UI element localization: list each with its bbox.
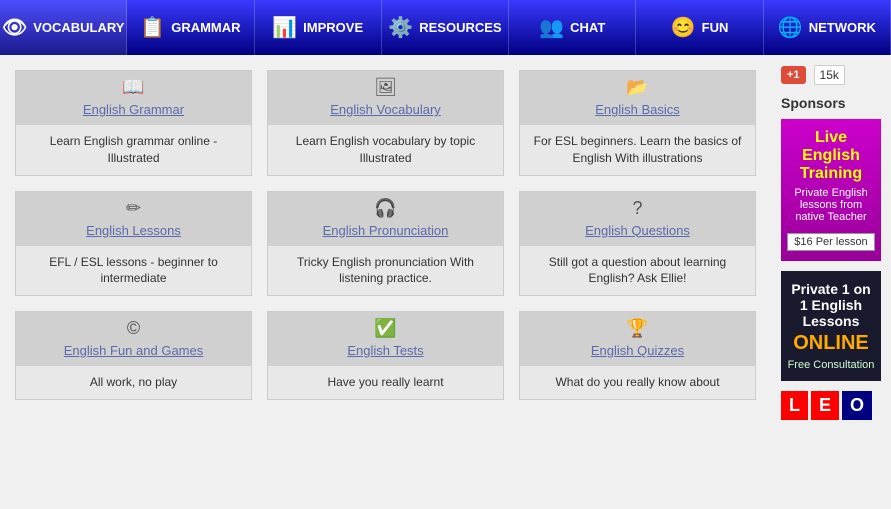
card-fun-games: © English Fun and Games All work, no pla… <box>15 311 252 400</box>
pronunciation-card-desc: Tricky English pronunciation With listen… <box>276 254 495 288</box>
fun-games-card-title[interactable]: English Fun and Games <box>64 343 203 358</box>
grammar-card-desc: Learn English grammar online - Illustrat… <box>24 133 243 167</box>
leo-e: E <box>811 391 839 420</box>
lessons-card-icon: ✏ <box>20 198 247 219</box>
vocabulary-card-desc: Learn English vocabulary by topic Illust… <box>276 133 495 167</box>
questions-card-desc: Still got a question about learning Engl… <box>528 254 747 288</box>
nav-fun-label: FUN <box>702 20 729 35</box>
vocabulary-icon: 👁 <box>2 15 27 40</box>
questions-card-title[interactable]: English Questions <box>585 223 690 238</box>
grammar-icon: 📋 <box>140 15 165 40</box>
fun-games-card-desc: All work, no play <box>24 374 243 391</box>
card-fun-games-header: © English Fun and Games <box>16 312 251 366</box>
nav-network-label: NETWORK <box>809 20 876 35</box>
card-quizzes-header: 🏆 English Quizzes <box>520 312 755 366</box>
card-row-3: © English Fun and Games All work, no pla… <box>15 311 756 400</box>
card-basics-header: 📂 English Basics <box>520 71 755 125</box>
nav-vocabulary-label: VOCABULARY <box>33 20 124 35</box>
ad2-online: ONLINE <box>787 332 875 355</box>
lessons-card-title[interactable]: English Lessons <box>86 223 181 238</box>
pronunciation-card-icon: 🎧 <box>272 198 499 219</box>
card-tests-header: ✅ English Tests <box>268 312 503 366</box>
card-row-2: ✏ English Lessons EFL / ESL lessons - be… <box>15 191 756 297</box>
fun-icon: 😊 <box>671 15 696 40</box>
card-grammar-header: 📖 English Grammar <box>16 71 251 125</box>
card-lessons: ✏ English Lessons EFL / ESL lessons - be… <box>15 191 252 297</box>
basics-card-desc: For ESL beginners. Learn the basics of E… <box>528 133 747 167</box>
questions-card-icon: ? <box>524 198 751 219</box>
card-pronunciation-header: 🎧 English Pronunciation <box>268 192 503 246</box>
quizzes-card-desc: What do you really know about <box>528 374 747 391</box>
nav-vocabulary[interactable]: 👁 VOCABULARY <box>0 0 127 55</box>
grammar-card-icon: 📖 <box>20 77 247 98</box>
card-pronunciation: 🎧 English Pronunciation Tricky English p… <box>267 191 504 297</box>
tests-card-icon: ✅ <box>272 318 499 339</box>
basics-card-icon: 📂 <box>524 77 751 98</box>
nav-resources[interactable]: ⚙️ RESOURCES <box>382 0 509 55</box>
pronunciation-card-title[interactable]: English Pronunciation <box>323 223 449 238</box>
ad2-title: Private 1 on 1 English Lessons <box>787 281 875 329</box>
gplus-button[interactable]: +1 <box>781 66 806 84</box>
vocabulary-card-title[interactable]: English Vocabulary <box>330 102 441 117</box>
tests-card-desc: Have you really learnt <box>276 374 495 391</box>
nav-chat-label: CHAT <box>570 20 605 35</box>
fun-games-card-icon: © <box>20 318 247 339</box>
card-questions: ? English Questions Still got a question… <box>519 191 756 297</box>
sidebar: +1 15k Sponsors Live English Training Pr… <box>771 55 891 430</box>
chat-icon: 👥 <box>539 15 564 40</box>
card-questions-header: ? English Questions <box>520 192 755 246</box>
nav-grammar[interactable]: 📋 GRAMMAR <box>127 0 254 55</box>
tests-card-title[interactable]: English Tests <box>347 343 423 358</box>
main-content: 📖 English Grammar Learn English grammar … <box>0 55 771 430</box>
leo-o: O <box>842 391 872 420</box>
card-tests: ✅ English Tests Have you really learnt <box>267 311 504 400</box>
card-basics: 📂 English Basics For ESL beginners. Lear… <box>519 70 756 176</box>
ad-private-lessons[interactable]: Private 1 on 1 English Lessons ONLINE Fr… <box>781 271 881 381</box>
ad-live-english[interactable]: Live English Training Private English le… <box>781 119 881 261</box>
lessons-card-desc: EFL / ESL lessons - beginner to intermed… <box>24 254 243 288</box>
ad1-title: Live English Training <box>787 129 875 183</box>
quizzes-card-icon: 🏆 <box>524 318 751 339</box>
sponsors-title: Sponsors <box>781 95 881 111</box>
card-row-1: 📖 English Grammar Learn English grammar … <box>15 70 756 176</box>
vocabulary-card-icon: 🖼 <box>272 77 499 98</box>
leo-l: L <box>781 391 808 420</box>
card-lessons-header: ✏ English Lessons <box>16 192 251 246</box>
ad2-consult: Free Consultation <box>787 359 875 371</box>
basics-card-title[interactable]: English Basics <box>595 102 680 117</box>
nav-grammar-label: GRAMMAR <box>171 20 240 35</box>
main-nav: 👁 VOCABULARY 📋 GRAMMAR 📊 IMPROVE ⚙️ RESO… <box>0 0 891 55</box>
nav-improve[interactable]: 📊 IMPROVE <box>255 0 382 55</box>
gplus-count: 15k <box>814 65 845 85</box>
network-icon: 🌐 <box>778 15 803 40</box>
resources-icon: ⚙️ <box>388 15 413 40</box>
card-quizzes: 🏆 English Quizzes What do you really kno… <box>519 311 756 400</box>
nav-fun[interactable]: 😊 FUN <box>636 0 763 55</box>
leo-logo[interactable]: L E O <box>781 391 881 420</box>
improve-icon: 📊 <box>272 15 297 40</box>
nav-chat[interactable]: 👥 CHAT <box>509 0 636 55</box>
card-grammar: 📖 English Grammar Learn English grammar … <box>15 70 252 176</box>
nav-improve-label: IMPROVE <box>303 20 363 35</box>
grammar-card-title[interactable]: English Grammar <box>83 102 184 117</box>
card-vocabulary: 🖼 English Vocabulary Learn English vocab… <box>267 70 504 176</box>
nav-resources-label: RESOURCES <box>419 20 501 35</box>
ad1-price[interactable]: $16 Per lesson <box>787 233 874 251</box>
nav-network[interactable]: 🌐 NETWORK <box>764 0 891 55</box>
quizzes-card-title[interactable]: English Quizzes <box>591 343 684 358</box>
card-vocabulary-header: 🖼 English Vocabulary <box>268 71 503 125</box>
gplus-box: +1 15k <box>781 65 881 85</box>
ad1-subtitle: Private English lessons from native Teac… <box>787 187 875 223</box>
page-body: 📖 English Grammar Learn English grammar … <box>0 55 891 430</box>
